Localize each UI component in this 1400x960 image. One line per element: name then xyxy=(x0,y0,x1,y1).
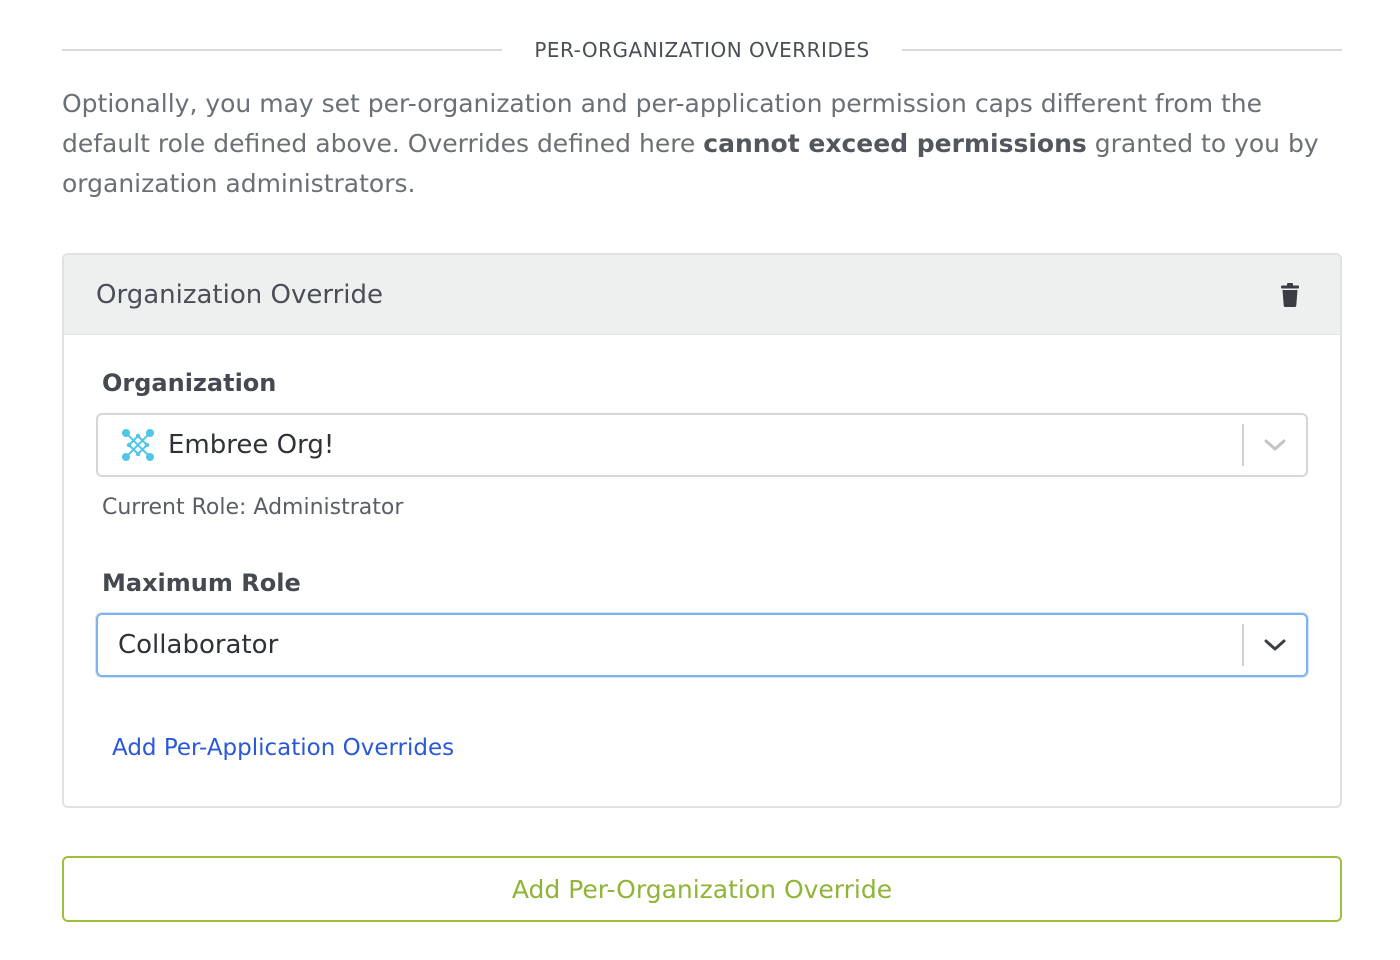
maximum-role-select[interactable]: Collaborator xyxy=(96,613,1308,677)
current-role-text: Current Role: Administrator xyxy=(102,495,404,520)
maximum-role-dropdown-toggle[interactable] xyxy=(1244,615,1306,675)
organization-name: Embree Org! xyxy=(168,430,335,460)
trash-icon xyxy=(1281,282,1299,307)
organization-override-card: Organization Override Organization Embre… xyxy=(62,253,1342,808)
maximum-role-value: Collaborator xyxy=(118,630,279,660)
maximum-role-label: Maximum Role xyxy=(102,569,301,597)
maximum-role-select-value: Collaborator xyxy=(98,630,1242,660)
card-header: Organization Override xyxy=(64,255,1340,335)
organization-select-value: Embree Org! xyxy=(98,427,1242,463)
organization-label: Organization xyxy=(102,369,277,397)
card-title: Organization Override xyxy=(96,279,383,310)
chevron-down-icon xyxy=(1264,439,1286,451)
section-heading: PER-ORGANIZATION OVERRIDES xyxy=(62,32,1342,68)
chevron-down-icon xyxy=(1264,639,1286,651)
delete-override-button[interactable] xyxy=(1272,277,1308,313)
organization-network-icon xyxy=(122,429,154,461)
organization-select[interactable]: Embree Org! xyxy=(96,413,1308,477)
intro-paragraph: Optionally, you may set per-organization… xyxy=(62,84,1342,204)
section-divider-right xyxy=(901,49,1342,51)
add-per-organization-override-button[interactable]: Add Per-Organization Override xyxy=(62,856,1342,922)
section-divider-left xyxy=(62,49,503,51)
section-title: PER-ORGANIZATION OVERRIDES xyxy=(534,38,870,62)
add-per-application-overrides-link[interactable]: Add Per-Application Overrides xyxy=(112,735,454,761)
organization-dropdown-toggle[interactable] xyxy=(1244,415,1306,475)
intro-text-bold: cannot exceed permissions xyxy=(703,129,1087,158)
